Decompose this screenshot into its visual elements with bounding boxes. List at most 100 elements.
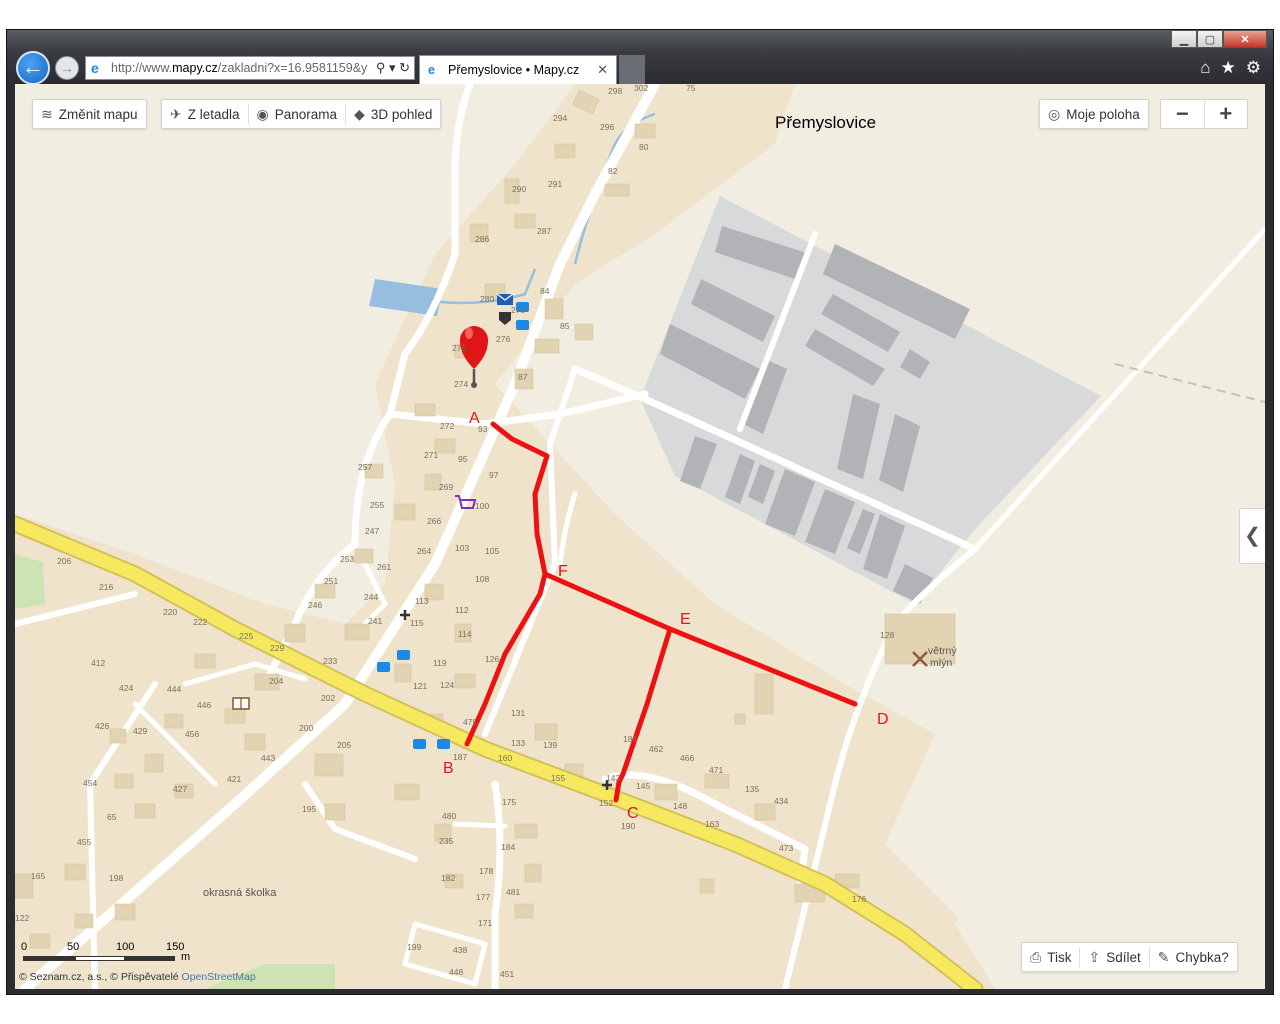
house-number-label: 139 [543, 740, 557, 750]
house-number-label: 287 [537, 226, 551, 236]
house-number-label: 302 [634, 84, 648, 93]
house-number-label: 82 [608, 166, 618, 176]
eye-icon: ◉ [256, 105, 269, 122]
change-map-button[interactable]: ≋ Změnit mapu [32, 99, 147, 129]
house-number-label: 204 [269, 676, 283, 686]
house-number-label: 434 [774, 796, 788, 806]
house-number-label: 229 [270, 643, 284, 653]
my-location-button[interactable]: ◎ Moje poloha [1039, 99, 1149, 129]
print-button[interactable]: ⎙ Tisk [1022, 943, 1079, 971]
cube-icon: ◆ [354, 105, 365, 122]
house-number-label: 133 [511, 738, 525, 748]
close-window-button[interactable]: ✕ [1223, 30, 1267, 48]
house-number-label: 145 [636, 781, 650, 791]
gear-icon[interactable]: ⚙ [1246, 58, 1261, 78]
panorama-button[interactable]: ◉ Panorama [249, 100, 346, 128]
house-number-label: 462 [649, 744, 663, 754]
map-canvas[interactable]: 298 302 75 294 296 80 82 290 291 287 286 84 278 280 85… [15, 84, 1265, 989]
airplane-icon: ✈ [170, 105, 182, 122]
house-number-label: 112 [455, 605, 469, 615]
search-icon[interactable]: ⚲ [376, 60, 386, 75]
printer-icon: ⎙ [1030, 948, 1042, 965]
house-number-label: 475 [463, 717, 477, 727]
3d-view-button[interactable]: ◆ 3D pohled [346, 100, 440, 128]
house-number-label: 177 [476, 892, 490, 902]
close-tab-icon[interactable]: ✕ [597, 56, 608, 84]
address-bar[interactable]: e http://www.mapy.cz/zakladni?x=16.958115… [85, 56, 415, 80]
bus-stop-icon [377, 662, 390, 672]
house-number-label: 244 [364, 592, 378, 602]
house-number-label: 135 [745, 784, 759, 794]
house-number-label: 257 [358, 462, 372, 472]
browser-tools: ⌂ ★ ⚙ [1200, 58, 1261, 78]
refresh-icon[interactable]: ↻ [399, 60, 410, 75]
house-number-label: 103 [455, 543, 469, 553]
house-number-label: 171 [478, 918, 492, 928]
scale-tick-100: 100 [116, 941, 135, 953]
aerial-button[interactable]: ✈ Z letadla [162, 100, 248, 128]
house-number-label: 412 [91, 658, 105, 668]
house-number-label: 438 [453, 945, 467, 955]
house-number-label: 280 [480, 294, 494, 304]
house-number-label: 275 [452, 343, 466, 353]
house-number-label: 261 [377, 562, 391, 572]
house-number-label: 143 [606, 773, 620, 783]
field-area [955, 224, 1265, 989]
house-number-label: 100 [475, 501, 489, 511]
house-number-label: 105 [485, 546, 499, 556]
forward-arrow-icon[interactable]: → [55, 56, 79, 80]
house-number-label: 481 [506, 887, 520, 897]
chevron-left-icon: ❮ [1244, 525, 1261, 547]
house-number-label: 278 [511, 305, 525, 315]
report-error-button[interactable]: ✎ Chybka? [1150, 943, 1237, 971]
house-number-label: 95 [458, 454, 468, 464]
house-number-label: 152 [599, 798, 613, 808]
house-number-label: 266 [427, 516, 441, 526]
map-viewport[interactable]: 298 302 75 294 296 80 82 290 291 287 286 84 278 280 85… [15, 84, 1265, 989]
house-number-label: 274 [454, 379, 468, 389]
house-number-label: 187 [453, 752, 467, 762]
osm-link[interactable]: OpenStreetMap [182, 971, 256, 983]
house-number-label: 424 [119, 683, 133, 693]
house-number-label: 155 [551, 773, 565, 783]
bus-stop-icon [413, 739, 426, 749]
house-number-label: 200 [299, 723, 313, 733]
house-number-label: 124 [440, 680, 454, 690]
house-number-label: 119 [433, 658, 447, 668]
house-number-label: 473 [779, 843, 793, 853]
house-number-label: 163 [705, 819, 719, 829]
house-number-label: 264 [417, 546, 431, 556]
home-icon[interactable]: ⌂ [1200, 58, 1210, 78]
house-number-label: 446 [197, 700, 211, 710]
house-number-label: 456 [185, 729, 199, 739]
tab-mapy[interactable]: e Přemyslovice • Mapy.cz ✕ [419, 55, 617, 84]
minimize-button[interactable]: ▁ [1171, 30, 1197, 48]
copyright: © Seznam.cz, a.s., © Přispěvatelé OpenSt… [19, 971, 256, 983]
house-number-label: 128 [880, 630, 894, 640]
scale-tick-50: 50 [67, 941, 80, 953]
house-number-label: 276 [496, 334, 510, 344]
back-arrow-icon[interactable]: ← [16, 51, 50, 85]
bottom-actions: ⎙ Tisk ⇪ Sdílet ✎ Chybka? [1021, 942, 1238, 972]
route-label-d: D [877, 711, 889, 728]
house-number-label: 241 [368, 616, 382, 626]
share-button[interactable]: ⇪ Sdílet [1080, 943, 1148, 971]
zoom-out-button[interactable]: − [1161, 100, 1204, 128]
pencil-icon: ✎ [1157, 948, 1170, 965]
house-number-label: 205 [337, 740, 351, 750]
house-number-label: 294 [553, 113, 567, 123]
maximize-button[interactable]: ▢ [1197, 30, 1223, 48]
new-tab-button[interactable] [619, 55, 645, 84]
house-number-label: 165 [31, 871, 45, 881]
bus-stop-icon [437, 739, 450, 749]
star-icon[interactable]: ★ [1221, 58, 1236, 78]
zoom-in-button[interactable]: + [1205, 100, 1248, 128]
house-number-label: 290 [512, 184, 526, 194]
house-number-label: 115 [410, 618, 424, 628]
side-panel-toggle[interactable]: ❮ [1239, 508, 1265, 564]
house-number-label: 113 [415, 596, 429, 606]
house-number-label: 443 [261, 753, 275, 763]
house-number-label: 235 [439, 836, 453, 846]
house-number-label: 296 [600, 122, 614, 132]
target-icon: ◎ [1048, 105, 1061, 122]
